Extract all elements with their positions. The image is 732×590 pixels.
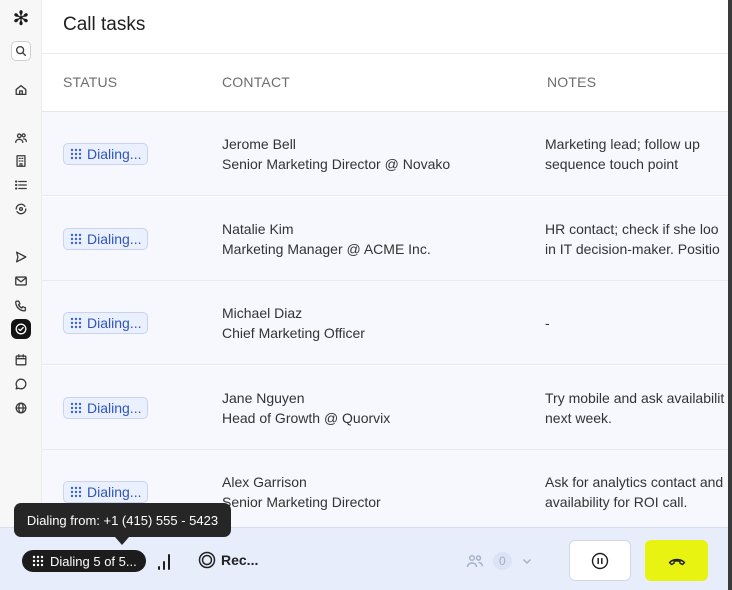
building-icon[interactable] — [11, 151, 31, 171]
dialpad-icon — [70, 148, 82, 160]
status-badge: Dialing... — [63, 228, 149, 250]
hangup-button[interactable] — [645, 540, 708, 581]
status-badge: Dialing... — [63, 143, 149, 165]
page-title: Call tasks — [63, 14, 146, 35]
dialpad-icon — [32, 555, 44, 567]
signal-bar — [168, 554, 170, 570]
notes-line: Marketing lead; follow up — [545, 136, 700, 152]
pause-icon — [591, 552, 609, 569]
record-label: Rec... — [221, 552, 259, 568]
calendar-icon[interactable] — [11, 350, 31, 370]
chat-icon[interactable] — [11, 374, 31, 394]
contact-cell: Jane Nguyen Head of Growth @ Quorvix — [222, 388, 390, 428]
contact-role: Senior Marketing Director — [222, 494, 381, 510]
tooltip-text: Dialing from: +1 (415) 555 - 5423 — [26, 512, 219, 528]
table-row[interactable]: Dialing... Jane Nguyen Head of Growth @ … — [42, 366, 728, 450]
contact-cell: Michael Diaz Chief Marketing Officer — [222, 303, 365, 343]
contact-cell: Natalie Kim Marketing Manager @ ACME Inc… — [222, 219, 431, 259]
dialing-progress-pill[interactable]: Dialing 5 of 5... — [22, 550, 146, 572]
table-header: STATUS CONTACT NOTES — [42, 54, 728, 112]
notes-cell: Ask for analytics contact and availabili… — [545, 472, 728, 512]
record-button[interactable]: Rec... — [198, 551, 258, 569]
contact-cell: Alex Garrison Senior Marketing Director — [222, 472, 381, 512]
status-label: Dialing... — [87, 400, 142, 416]
sidebar: ✻ — [0, 0, 42, 590]
contact-role: Chief Marketing Officer — [222, 325, 365, 341]
list-icon[interactable] — [11, 175, 31, 195]
signal-bar — [163, 561, 165, 570]
status-badge: Dialing... — [63, 397, 149, 419]
record-icon — [198, 551, 216, 569]
column-header-contact[interactable]: CONTACT — [222, 74, 290, 90]
notes-line: next week. — [545, 410, 612, 426]
people-icon — [466, 554, 484, 568]
status-label: Dialing... — [87, 231, 142, 247]
status-badge: Dialing... — [63, 481, 149, 503]
people-icon[interactable] — [11, 128, 31, 148]
notes-cell: Marketing lead; follow up sequence touch… — [545, 134, 728, 174]
search-icon[interactable] — [11, 41, 31, 61]
dialing-progress-label: Dialing 5 of 5... — [50, 553, 137, 569]
notes-cell: HR contact; check if she loo in IT decis… — [545, 219, 728, 259]
table-row[interactable]: Dialing... Jerome Bell Senior Marketing … — [42, 112, 728, 196]
signal-strength-icon — [158, 552, 170, 570]
logo-icon[interactable]: ✻ — [11, 8, 31, 30]
hangup-phone-icon — [668, 558, 685, 565]
notes-line: - — [545, 315, 550, 331]
dialpad-icon — [70, 317, 82, 329]
status-badge: Dialing... — [63, 312, 149, 334]
notes-cell: Try mobile and ask availabilit next week… — [545, 388, 728, 428]
status-label: Dialing... — [87, 315, 142, 331]
notes-line: Try mobile and ask availabilit — [545, 390, 725, 406]
contact-role: Marketing Manager @ ACME Inc. — [222, 241, 431, 257]
notes-line: availability for ROI call. — [545, 494, 688, 510]
contact-name[interactable]: Michael Diaz — [222, 303, 365, 323]
call-tasks-app: ✻ Call tasks STATUS CONTACT NOTES Dialin… — [0, 0, 728, 590]
tooltip-arrow — [115, 537, 129, 545]
contact-name[interactable]: Natalie Kim — [222, 219, 431, 239]
participants-count: 0 — [493, 552, 512, 570]
pause-button[interactable] — [569, 540, 631, 581]
home-icon[interactable] — [11, 80, 31, 100]
dialpad-icon — [70, 486, 82, 498]
contact-name[interactable]: Jane Nguyen — [222, 388, 390, 408]
table-row[interactable]: Dialing... Michael Diaz Chief Marketing … — [42, 281, 728, 365]
notes-cell: - — [545, 313, 728, 333]
dialpad-icon — [70, 233, 82, 245]
notes-line: Ask for analytics contact and — [545, 474, 724, 490]
tasks-check-icon[interactable] — [11, 319, 31, 339]
globe-icon[interactable] — [11, 398, 31, 418]
notes-line: in IT decision-maker. Positio — [545, 241, 720, 257]
contact-cell: Jerome Bell Senior Marketing Director @ … — [222, 134, 450, 174]
notes-line: sequence touch point — [545, 156, 679, 172]
column-header-notes[interactable]: NOTES — [547, 74, 596, 90]
eye-sync-icon[interactable] — [11, 199, 31, 219]
contact-name[interactable]: Jerome Bell — [222, 134, 450, 154]
mail-icon[interactable] — [11, 271, 31, 291]
chevron-down-icon[interactable] — [521, 555, 533, 567]
contact-name[interactable]: Alex Garrison — [222, 472, 381, 492]
table-row[interactable]: Dialing... Natalie Kim Marketing Manager… — [42, 197, 728, 281]
notes-line: HR contact; check if she loo — [545, 221, 719, 237]
phone-icon[interactable] — [11, 296, 31, 316]
dialing-from-tooltip: Dialing from: +1 (415) 555 - 5423 — [14, 503, 231, 537]
main-content: Call tasks STATUS CONTACT NOTES Dialing.… — [42, 0, 728, 590]
contact-role: Senior Marketing Director @ Novako — [222, 156, 451, 172]
participants-control[interactable]: 0 — [466, 552, 533, 570]
status-label: Dialing... — [87, 484, 142, 500]
send-icon[interactable] — [11, 247, 31, 267]
dialpad-icon — [70, 402, 82, 414]
contact-role: Head of Growth @ Quorvix — [222, 410, 391, 426]
column-header-status[interactable]: STATUS — [63, 74, 117, 90]
signal-bar — [158, 566, 160, 570]
status-label: Dialing... — [87, 146, 142, 162]
